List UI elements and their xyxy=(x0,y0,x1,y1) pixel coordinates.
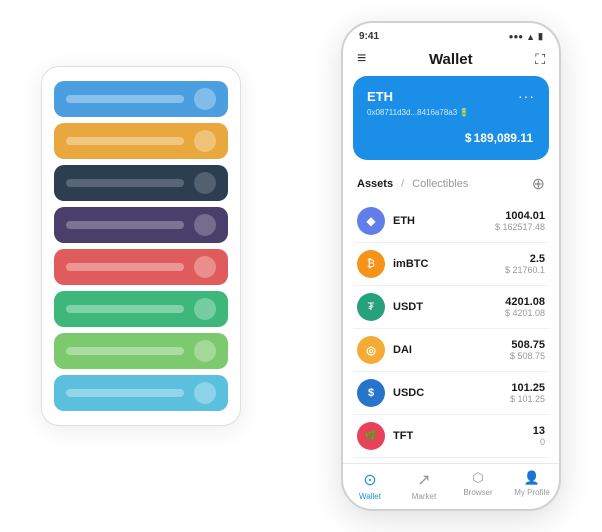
wallet-nav-label: Wallet xyxy=(359,492,381,501)
bottom-nav: ⊙ Wallet ↗ Market ⬡ Browser 👤 My Profile xyxy=(343,463,559,509)
eth-card[interactable]: ETH ··· 0x08711d3d...8416a78a3 🔋 $189,08… xyxy=(353,76,549,160)
list-item[interactable]: ₮ USDT 4201.08 $ 4201.08 xyxy=(353,286,549,329)
list-item[interactable]: ◆ ETH 1004.01 $ 162517.48 xyxy=(353,200,549,243)
balance-amount: 189,089.11 xyxy=(474,131,533,145)
asset-secondary-amount: 0 xyxy=(533,437,545,447)
asset-amounts: 13 0 xyxy=(533,425,545,447)
asset-primary-amount: 508.75 xyxy=(510,339,545,351)
browser-nav-icon: ⬡ xyxy=(472,470,483,486)
status-bar: 9:41 ●●● ▲ ▮ xyxy=(343,23,559,46)
asset-primary-amount: 13 xyxy=(533,425,545,437)
status-icons: ●●● ▲ ▮ xyxy=(509,31,543,42)
card-row xyxy=(54,375,228,411)
assets-header: Assets / Collectibles ⊕ xyxy=(343,170,559,200)
expand-icon[interactable]: ⛶ xyxy=(535,51,545,68)
market-nav-label: Market xyxy=(412,492,436,501)
asset-symbol: ETH xyxy=(393,215,495,227)
signal-icon: ●●● xyxy=(509,32,524,41)
asset-amounts: 1004.01 $ 162517.48 xyxy=(495,210,545,232)
card-row xyxy=(54,291,228,327)
market-nav-icon: ↗ xyxy=(417,470,430,490)
menu-icon[interactable]: ≡ xyxy=(357,50,366,68)
eth-symbol: ETH xyxy=(367,89,393,104)
card-row xyxy=(54,207,228,243)
tab-collectibles[interactable]: Collectibles xyxy=(412,178,468,190)
browser-nav-label: Browser xyxy=(463,488,492,497)
usdt-icon: ₮ xyxy=(357,293,385,321)
asset-amounts: 2.5 $ 21760.1 xyxy=(505,253,545,275)
asset-primary-amount: 4201.08 xyxy=(505,296,545,308)
time-display: 9:41 xyxy=(359,31,379,42)
eth-icon: ◆ xyxy=(357,207,385,235)
card-stack xyxy=(41,66,241,426)
add-asset-button[interactable]: ⊕ xyxy=(532,174,545,194)
profile-nav-label: My Profile xyxy=(514,488,550,497)
asset-symbol: USDC xyxy=(393,387,510,399)
asset-primary-amount: 1004.01 xyxy=(495,210,545,222)
card-row xyxy=(54,123,228,159)
tft-icon: 🌿 xyxy=(357,422,385,450)
list-item[interactable]: ₿ imBTC 2.5 $ 21760.1 xyxy=(353,243,549,286)
page-title: Wallet xyxy=(429,51,473,68)
usdc-icon: $ xyxy=(357,379,385,407)
tab-assets[interactable]: Assets xyxy=(357,178,393,190)
battery-icon: ▮ xyxy=(538,31,543,42)
assets-tabs: Assets / Collectibles xyxy=(357,178,468,190)
asset-primary-amount: 101.25 xyxy=(510,382,545,394)
eth-card-header: ETH ··· xyxy=(367,88,535,104)
asset-symbol: TFT xyxy=(393,430,533,442)
nav-browser[interactable]: ⬡ Browser xyxy=(451,470,505,501)
card-row xyxy=(54,249,228,285)
eth-address: 0x08711d3d...8416a78a3 🔋 xyxy=(367,108,535,117)
asset-amounts: 101.25 $ 101.25 xyxy=(510,382,545,404)
balance-prefix: $ xyxy=(465,131,472,145)
phone-frame: 9:41 ●●● ▲ ▮ ≡ Wallet ⛶ ETH ··· 0x08711d… xyxy=(341,21,561,511)
imbtc-icon: ₿ xyxy=(357,250,385,278)
list-item[interactable]: $ USDC 101.25 $ 101.25 xyxy=(353,372,549,415)
asset-symbol: USDT xyxy=(393,301,505,313)
wifi-icon: ▲ xyxy=(526,32,535,42)
asset-list: ◆ ETH 1004.01 $ 162517.48 ₿ imBTC 2.5 $ … xyxy=(343,200,559,463)
card-row xyxy=(54,81,228,117)
asset-secondary-amount: $ 508.75 xyxy=(510,351,545,361)
asset-secondary-amount: $ 101.25 xyxy=(510,394,545,404)
wallet-nav-icon: ⊙ xyxy=(363,470,376,490)
profile-nav-icon: 👤 xyxy=(524,470,540,486)
asset-amounts: 508.75 $ 508.75 xyxy=(510,339,545,361)
nav-market[interactable]: ↗ Market xyxy=(397,470,451,501)
phone-header: ≡ Wallet ⛶ xyxy=(343,46,559,76)
asset-primary-amount: 2.5 xyxy=(505,253,545,265)
asset-symbol: imBTC xyxy=(393,258,505,270)
card-row xyxy=(54,165,228,201)
tab-divider: / xyxy=(401,178,404,190)
asset-secondary-amount: $ 162517.48 xyxy=(495,222,545,232)
nav-profile[interactable]: 👤 My Profile xyxy=(505,470,559,501)
eth-card-more[interactable]: ··· xyxy=(518,88,535,104)
dai-icon: ◎ xyxy=(357,336,385,364)
asset-symbol: DAI xyxy=(393,344,510,356)
asset-amounts: 4201.08 $ 4201.08 xyxy=(505,296,545,318)
eth-balance: $189,089.11 xyxy=(367,125,535,148)
main-scene: 9:41 ●●● ▲ ▮ ≡ Wallet ⛶ ETH ··· 0x08711d… xyxy=(11,11,591,521)
list-item[interactable]: 🌿 TFT 13 0 xyxy=(353,415,549,458)
list-item[interactable]: ◎ DAI 508.75 $ 508.75 xyxy=(353,329,549,372)
nav-wallet[interactable]: ⊙ Wallet xyxy=(343,470,397,501)
asset-secondary-amount: $ 4201.08 xyxy=(505,308,545,318)
card-row xyxy=(54,333,228,369)
asset-secondary-amount: $ 21760.1 xyxy=(505,265,545,275)
